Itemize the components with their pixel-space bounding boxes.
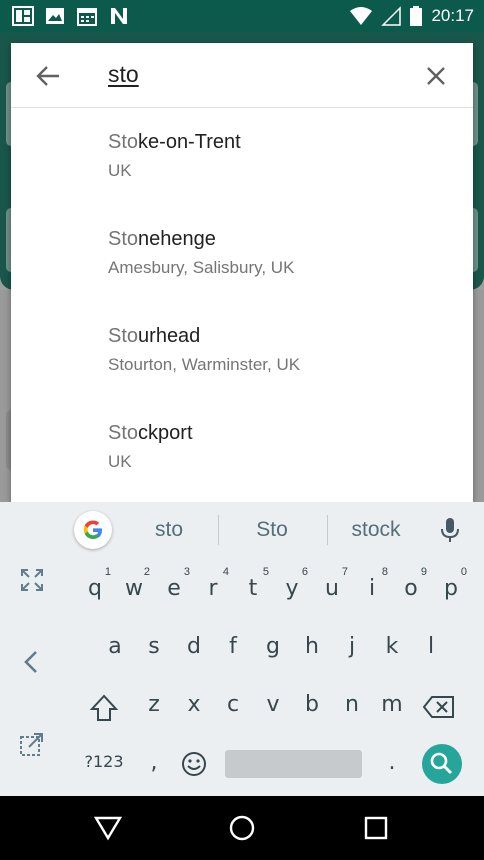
- image-icon: [46, 8, 64, 24]
- key-i[interactable]: i8: [352, 562, 392, 614]
- key-e[interactable]: e3: [154, 562, 194, 614]
- close-icon[interactable]: [421, 61, 451, 91]
- key-p[interactable]: p0: [431, 562, 471, 614]
- result-item[interactable]: Stonehenge Amesbury, Salisbury, UK: [11, 206, 473, 303]
- search-results: Stoke-on-Trent UK Stonehenge Amesbury, S…: [11, 109, 473, 497]
- signal-icon: [381, 6, 402, 26]
- expand-icon[interactable]: [18, 566, 46, 594]
- status-time: 20:17: [431, 6, 474, 25]
- google-logo-icon[interactable]: [74, 511, 112, 549]
- key-t[interactable]: t5: [233, 562, 273, 614]
- n-logo-icon: [111, 8, 127, 24]
- result-title: Stoke-on-Trent: [108, 131, 241, 153]
- suggestion-item[interactable]: Sto: [222, 518, 322, 542]
- result-subtitle: Amesbury, Salisbury, UK: [108, 258, 295, 277]
- shift-icon[interactable]: [86, 692, 122, 724]
- result-item[interactable]: Stoke-on-Trent UK: [11, 109, 473, 206]
- back-triangle-icon[interactable]: [93, 813, 123, 843]
- key-j[interactable]: j: [332, 620, 372, 672]
- back-arrow-icon[interactable]: [33, 61, 63, 91]
- space-key[interactable]: [225, 750, 362, 778]
- key-w[interactable]: w2: [114, 562, 154, 614]
- key-h[interactable]: h: [292, 620, 332, 672]
- navigation-bar: [0, 796, 484, 860]
- symbols-key[interactable]: ?123: [80, 738, 128, 790]
- keys-area: q1 w2 e3 r4 t5 y6 u7 i8 o9 p0 a s d f g …: [64, 558, 484, 796]
- key-d[interactable]: d: [174, 620, 214, 672]
- recents-square-icon[interactable]: [361, 813, 391, 843]
- key-z[interactable]: z: [134, 678, 174, 730]
- result-subtitle: UK: [108, 452, 132, 471]
- key-a[interactable]: a: [95, 620, 135, 672]
- suggestion-item[interactable]: sto: [119, 518, 219, 542]
- soft-keyboard: sto Sto stock q1 w2 e3 r4 t5 y6 u7 i 8 o…: [0, 502, 484, 796]
- wifi-icon: [350, 7, 373, 25]
- result-item[interactable]: Stourhead Stourton, Warminster, UK: [11, 303, 473, 400]
- key-r[interactable]: r4: [193, 562, 233, 614]
- key-y[interactable]: y6: [272, 562, 312, 614]
- microphone-icon[interactable]: [438, 516, 462, 544]
- result-subtitle: Stourton, Warminster, UK: [108, 355, 301, 374]
- key-u[interactable]: u7: [312, 562, 352, 614]
- search-panel: sto Stoke-on-Trent UK Stonehenge Amesbur…: [11, 43, 473, 502]
- search-input[interactable]: sto: [108, 61, 139, 88]
- status-bar: 20:17: [0, 0, 484, 32]
- suggestion-item[interactable]: stock: [326, 518, 426, 542]
- calendar-icon: [77, 8, 97, 26]
- emoji-icon[interactable]: [180, 750, 208, 778]
- key-c[interactable]: c: [213, 678, 253, 730]
- chevron-left-icon[interactable]: [18, 648, 46, 676]
- key-k[interactable]: k: [372, 620, 412, 672]
- key-n[interactable]: n: [332, 678, 372, 730]
- search-icon: [430, 752, 453, 775]
- key-v[interactable]: v: [253, 678, 293, 730]
- key-b[interactable]: b: [292, 678, 332, 730]
- comma-key[interactable]: ,: [134, 736, 174, 788]
- key-f[interactable]: f: [213, 620, 253, 672]
- suggestion-strip: sto Sto stock: [0, 502, 484, 558]
- result-item[interactable]: Stockport UK: [11, 400, 473, 497]
- key-o[interactable]: o9: [391, 562, 431, 614]
- search-key[interactable]: [422, 744, 462, 784]
- result-title: Stockport: [108, 422, 193, 444]
- home-circle-icon[interactable]: [227, 813, 257, 843]
- keyboard-side-panel: [0, 558, 64, 796]
- result-subtitle: UK: [108, 161, 132, 180]
- key-s[interactable]: s: [134, 620, 174, 672]
- photo-collage-icon: [12, 6, 34, 26]
- result-title: Stonehenge: [108, 228, 216, 250]
- search-bar: sto: [11, 43, 473, 108]
- key-m[interactable]: m: [372, 678, 412, 730]
- battery-icon: [410, 6, 423, 26]
- period-key[interactable]: .: [372, 736, 412, 788]
- key-q[interactable]: q1: [75, 562, 115, 614]
- key-g[interactable]: g: [253, 620, 293, 672]
- key-l[interactable]: l: [411, 620, 451, 672]
- suggestion-divider: [218, 515, 219, 545]
- result-title: Stourhead: [108, 325, 201, 347]
- backspace-icon[interactable]: [422, 694, 456, 720]
- undock-icon[interactable]: [18, 730, 46, 758]
- key-x[interactable]: x: [174, 678, 214, 730]
